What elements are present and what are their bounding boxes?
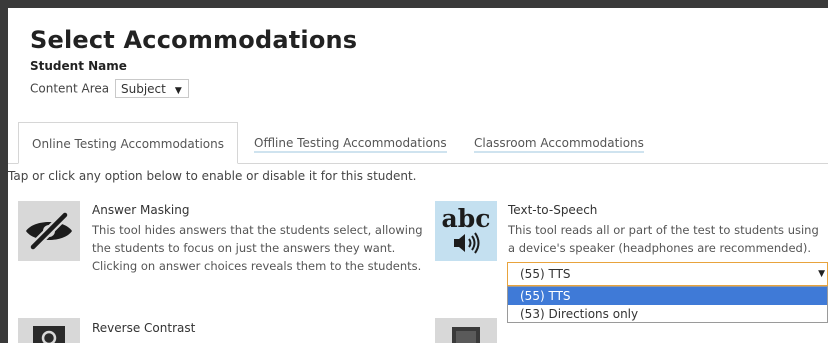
tab-offline-testing[interactable]: Offline Testing Accommodations xyxy=(250,122,451,164)
tab-label: Online Testing Accommodations xyxy=(32,137,224,151)
student-name: Student Name xyxy=(30,59,127,73)
tts-option[interactable]: (55) TTS xyxy=(508,287,827,305)
tab-label: Classroom Accommodations xyxy=(474,136,644,153)
tts-options-list: (55) TTS (53) Directions only xyxy=(507,286,828,323)
eye-slash-icon xyxy=(26,212,72,250)
window-left-border xyxy=(0,8,8,343)
answer-masking-tile[interactable] xyxy=(18,201,80,261)
tab-label: Offline Testing Accommodations xyxy=(254,136,447,153)
accommodation-tile[interactable] xyxy=(435,318,497,343)
content-area-label: Content Area xyxy=(30,81,110,96)
text-to-speech-description: This tool reads all or part of the test … xyxy=(508,223,819,255)
content-area-value: Subject xyxy=(120,82,166,96)
instructions-text: Tap or click any option below to enable … xyxy=(8,169,417,183)
tts-option[interactable]: (53) Directions only xyxy=(508,305,827,323)
window-top-border xyxy=(0,0,828,8)
text-to-speech-tile[interactable]: abc xyxy=(435,201,497,261)
text-to-speech-title[interactable]: Text-to-Speech xyxy=(508,203,597,217)
tts-select-value: (55) TTS xyxy=(520,267,571,281)
monitor-icon xyxy=(452,327,480,343)
tab-classroom[interactable]: Classroom Accommodations xyxy=(470,122,648,164)
abc-icon-text: abc xyxy=(441,203,491,233)
speaker-icon xyxy=(454,231,480,254)
abc-speaker-icon: abc xyxy=(441,203,491,255)
contrast-icon xyxy=(33,326,65,343)
caret-down-icon: ▼ xyxy=(174,86,182,96)
answer-masking-description: This tool hides answers that the student… xyxy=(92,223,423,273)
page-title: Select Accommodations xyxy=(30,26,358,54)
content-area-row: Content Area Subject ▼ xyxy=(30,79,189,98)
reverse-contrast-title[interactable]: Reverse Contrast xyxy=(92,321,195,335)
answer-masking-title[interactable]: Answer Masking xyxy=(92,203,189,217)
caret-down-icon: ▼ xyxy=(818,269,825,279)
tab-online-testing[interactable]: Online Testing Accommodations xyxy=(18,122,238,164)
tts-mode-select[interactable]: (55) TTS ▼ xyxy=(507,262,828,286)
content-area-select[interactable]: Subject ▼ xyxy=(114,79,189,98)
reverse-contrast-tile[interactable] xyxy=(18,318,80,343)
